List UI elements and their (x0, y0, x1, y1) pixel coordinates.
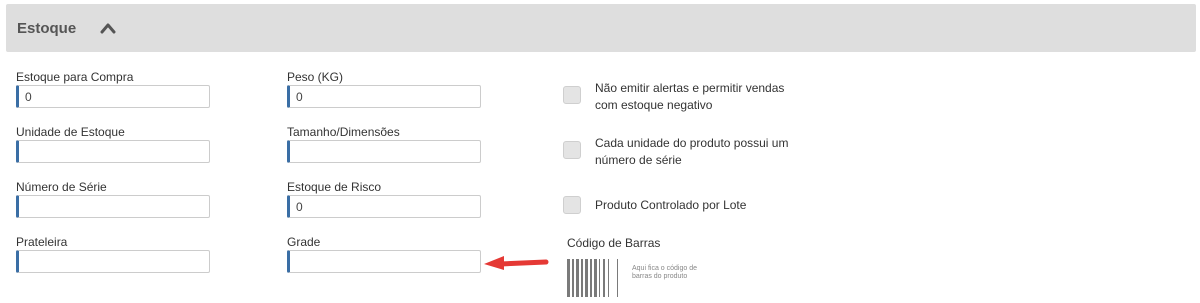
lote-checkbox-label: Produto Controlado por Lote (595, 198, 747, 212)
barcode-label: Código de Barras (567, 236, 661, 250)
grade-label: Grade (287, 235, 321, 249)
tamanho-label: Tamanho/Dimensões (287, 125, 400, 139)
peso-input[interactable] (287, 85, 481, 108)
peso-label: Peso (KG) (287, 70, 344, 84)
estoque-risco-input[interactable] (287, 195, 481, 218)
grade-input[interactable] (287, 250, 481, 273)
unidade-estoque-label: Unidade de Estoque (16, 125, 125, 139)
numero-serie-checkbox-label: Cada unidade do produto possui um número… (595, 136, 789, 167)
numero-serie-checkbox[interactable] (563, 141, 581, 159)
estoque-compra-label: Estoque para Compra (16, 70, 134, 84)
panel-header[interactable]: Estoque (6, 4, 1196, 52)
estoque-compra-input[interactable] (16, 85, 210, 108)
prateleira-label: Prateleira (16, 235, 68, 249)
estoque-panel: Estoque Estoque para Compra Unidade de E… (0, 0, 1200, 303)
numero-serie-label: Número de Série (16, 180, 107, 194)
numero-serie-input[interactable] (16, 195, 210, 218)
barcode-icon (567, 259, 618, 297)
red-arrow-icon (484, 256, 549, 270)
alertas-checkbox[interactable] (563, 86, 581, 104)
estoque-risco-label: Estoque de Risco (287, 180, 382, 194)
unidade-estoque-input[interactable] (16, 140, 210, 163)
chevron-up-icon[interactable] (100, 21, 116, 35)
lote-checkbox[interactable] (563, 196, 581, 214)
alertas-checkbox-label: Não emitir alertas e permitir vendas com… (595, 81, 785, 112)
panel-title: Estoque (17, 20, 77, 37)
prateleira-input[interactable] (16, 250, 210, 273)
barcode-caption: Aqui fica o código de barras do produto (632, 265, 697, 280)
tamanho-input[interactable] (287, 140, 481, 163)
